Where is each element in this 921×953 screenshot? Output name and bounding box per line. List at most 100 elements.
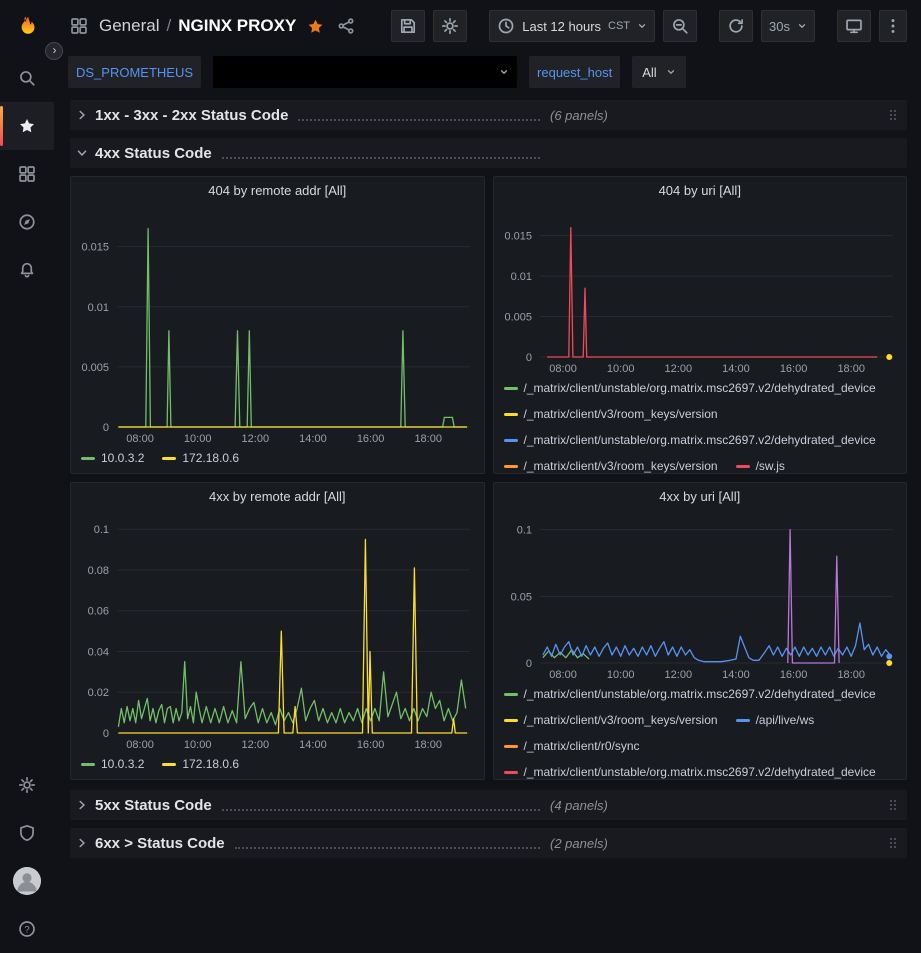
row-header-5xx[interactable]: 5xx Status Code (4 panels) xyxy=(70,790,907,820)
share-button[interactable] xyxy=(335,15,357,37)
favorite-star-button[interactable] xyxy=(305,16,326,37)
row-title: 5xx Status Code xyxy=(95,797,212,814)
series-point xyxy=(886,354,892,360)
chevron-right-icon xyxy=(76,837,88,849)
x-tick-label: 10:00 xyxy=(184,433,212,445)
panel-legend: /_matrix/client/unstable/org.matrix.msc2… xyxy=(494,377,907,473)
refresh-interval-label: 30s xyxy=(769,19,790,34)
save-dashboard-button[interactable] xyxy=(391,10,425,42)
legend-swatch xyxy=(162,763,176,766)
y-tick-label: 0.005 xyxy=(81,362,109,374)
row-header-4xx[interactable]: 4xx Status Code xyxy=(70,138,907,168)
sidebar-item-configuration[interactable] xyxy=(0,761,54,809)
time-range-picker[interactable]: Last 12 hours CST xyxy=(489,10,655,42)
main: General / NGINX PROXY Last xyxy=(54,0,921,953)
sidebar-bottom: ? xyxy=(0,761,54,953)
legend-item[interactable]: /_matrix/client/v3/room_keys/version xyxy=(504,711,718,729)
x-tick-label: 18:00 xyxy=(837,669,865,681)
x-tick-label: 12:00 xyxy=(242,739,270,751)
topnav-actions: Last 12 hours CST 30s xyxy=(391,10,907,42)
panel-title[interactable]: 404 by remote addr [All] xyxy=(71,177,484,203)
row-drag-handle[interactable] xyxy=(889,799,897,811)
y-tick-label: 0.005 xyxy=(504,312,532,324)
svg-text:?: ? xyxy=(24,924,29,935)
sidebar-item-help[interactable]: ? xyxy=(0,905,54,953)
sidebar-item-alerting[interactable] xyxy=(0,246,54,294)
legend-label: /_matrix/client/unstable/org.matrix.msc2… xyxy=(524,379,876,397)
sidebar: ? xyxy=(0,0,54,953)
chart-canvas: 00.0050.010.01508:0010:0012:0014:0016:00… xyxy=(71,203,484,447)
legend-label: 172.18.0.6 xyxy=(182,755,239,773)
row-panel-count: (2 panels) xyxy=(550,836,608,851)
legend-item[interactable]: /_matrix/client/v3/room_keys/version xyxy=(504,457,718,473)
dashboard-settings-button[interactable] xyxy=(433,10,467,42)
series-line xyxy=(547,228,877,357)
variable-label-request-host[interactable]: request_host xyxy=(529,56,620,88)
x-tick-label: 18:00 xyxy=(414,433,442,445)
series-line xyxy=(118,662,465,727)
row-drag-handle[interactable] xyxy=(889,837,897,849)
sidebar-item-starred[interactable] xyxy=(0,102,54,150)
time-series-chart[interactable]: 00.0050.010.01508:0010:0012:0014:0016:00… xyxy=(71,203,484,447)
legend-item[interactable]: 10.0.3.2 xyxy=(81,755,144,773)
panel-legend: /_matrix/client/unstable/org.matrix.msc2… xyxy=(494,683,907,779)
x-tick-label: 12:00 xyxy=(664,363,692,375)
legend-item[interactable]: 172.18.0.6 xyxy=(162,755,239,773)
panel-title[interactable]: 4xx by uri [All] xyxy=(494,483,907,509)
sidebar-item-server-admin[interactable] xyxy=(0,809,54,857)
monitor-icon xyxy=(845,17,863,35)
sidebar-item-dashboards[interactable] xyxy=(0,150,54,198)
panel-title[interactable]: 404 by uri [All] xyxy=(494,177,907,203)
tv-mode-button[interactable] xyxy=(837,10,871,42)
sidebar-item-profile[interactable] xyxy=(0,857,54,905)
legend-item[interactable]: /sw.js xyxy=(736,457,785,473)
row-header-6xx[interactable]: 6xx > Status Code (2 panels) xyxy=(70,828,907,858)
time-series-chart[interactable]: 00.020.040.060.080.108:0010:0012:0014:00… xyxy=(71,509,484,753)
chevron-right-icon xyxy=(76,799,88,811)
variable-label-datasource[interactable]: DS_PROMETHEUS xyxy=(68,56,201,88)
row-header-1xx-3xx-2xx[interactable]: 1xx - 3xx - 2xx Status Code (6 panels) xyxy=(70,100,907,130)
legend-label: /_matrix/client/unstable/org.matrix.msc2… xyxy=(524,763,876,779)
sidebar-item-explore[interactable] xyxy=(0,198,54,246)
topnav: General / NGINX PROXY Last xyxy=(54,0,921,52)
row-drag-handle[interactable] xyxy=(889,109,897,121)
sidebar-item-search[interactable] xyxy=(0,54,54,102)
refresh-button[interactable] xyxy=(719,10,753,42)
legend-item[interactable]: /_matrix/client/unstable/org.matrix.msc2… xyxy=(504,379,876,397)
zoom-out-time-button[interactable] xyxy=(663,10,697,42)
compass-icon xyxy=(18,213,36,231)
legend-item[interactable]: /_matrix/client/unstable/org.matrix.msc2… xyxy=(504,431,876,449)
y-tick-label: 0.015 xyxy=(81,242,109,254)
legend-label: /_matrix/client/unstable/org.matrix.msc2… xyxy=(524,685,876,703)
panel-title[interactable]: 4xx by remote addr [All] xyxy=(71,483,484,509)
more-options-button[interactable] xyxy=(879,10,907,42)
refresh-interval-picker[interactable]: 30s xyxy=(761,10,815,42)
avatar xyxy=(13,867,41,895)
legend-item[interactable]: /_matrix/client/unstable/org.matrix.msc2… xyxy=(504,763,876,779)
grafana-app: ? › General / NGINX PROXY xyxy=(0,0,921,953)
row-title: 1xx - 3xx - 2xx Status Code xyxy=(95,107,288,124)
request-host-picker[interactable]: All xyxy=(632,56,685,88)
x-tick-label: 14:00 xyxy=(722,669,750,681)
row-left: 1xx - 3xx - 2xx Status Code xyxy=(76,107,550,124)
dashboard-body: 1xx - 3xx - 2xx Status Code (6 panels) 4… xyxy=(54,98,921,953)
time-series-chart[interactable]: 00.0050.010.01508:0010:0012:0014:0016:00… xyxy=(494,203,907,377)
apps-grid-icon xyxy=(18,165,36,183)
legend-label: /_matrix/client/v3/room_keys/version xyxy=(524,711,718,729)
breadcrumb-section[interactable]: General xyxy=(99,16,159,36)
y-tick-label: 0 xyxy=(103,422,109,434)
time-series-chart[interactable]: 00.050.108:0010:0012:0014:0016:0018:00 xyxy=(494,509,907,683)
legend-item[interactable]: 172.18.0.6 xyxy=(162,449,239,467)
legend-swatch xyxy=(504,693,518,696)
datasource-picker[interactable] xyxy=(213,56,517,88)
legend-item[interactable]: /_matrix/client/v3/room_keys/version xyxy=(504,405,718,423)
legend-swatch xyxy=(504,465,518,468)
sidebar-expand-button[interactable]: › xyxy=(45,42,63,60)
legend-item[interactable]: /_matrix/client/r0/sync xyxy=(504,737,640,755)
legend-item[interactable]: 10.0.3.2 xyxy=(81,449,144,467)
legend-item[interactable]: /_matrix/client/unstable/org.matrix.msc2… xyxy=(504,685,876,703)
x-tick-label: 16:00 xyxy=(779,669,807,681)
bell-icon xyxy=(18,261,36,279)
y-tick-label: 0.06 xyxy=(88,606,109,618)
legend-item[interactable]: /api/live/ws xyxy=(736,711,815,729)
